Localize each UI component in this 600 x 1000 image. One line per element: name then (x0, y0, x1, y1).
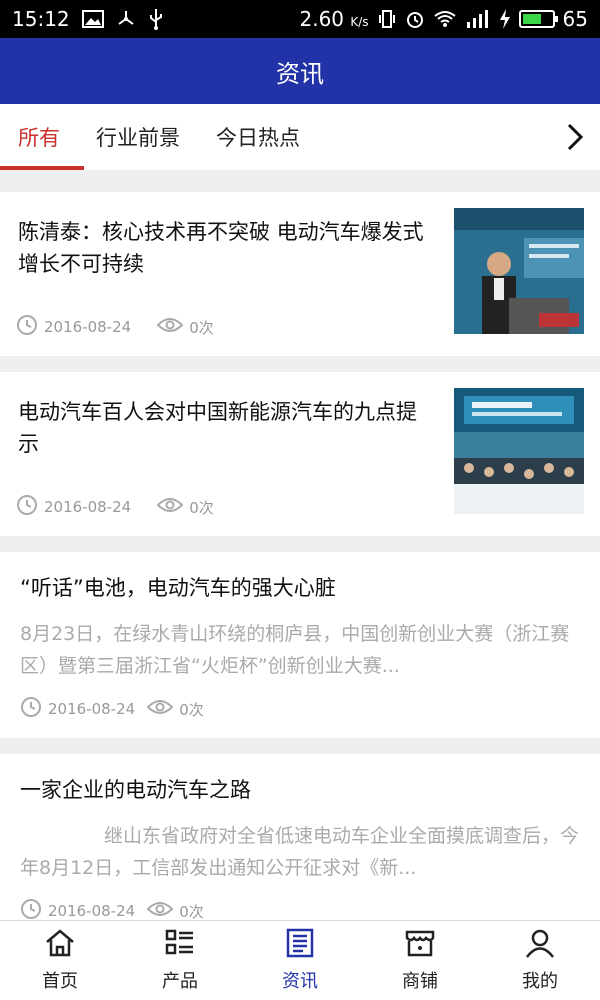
fan-icon (116, 9, 136, 29)
news-views: 0次 (179, 902, 204, 921)
nav-label: 首页 (42, 971, 78, 992)
news-date: 2016-08-24 (48, 902, 136, 920)
tab-label: 行业前景 (96, 126, 180, 150)
eye-icon (156, 316, 184, 338)
news-title: 电动汽车百人会对中国新能源汽车的九点提示 (18, 400, 417, 456)
news-meta: 2016-08-24 0次 (16, 494, 214, 520)
bottom-nav: 首页 产品 资讯 商铺 我的 (0, 920, 600, 1000)
battery-icon (518, 10, 558, 28)
news-meta: 2016-08-24 0次 (20, 696, 580, 722)
news-icon (284, 928, 316, 963)
home-icon (44, 928, 76, 963)
tab-industry-outlook[interactable]: 行业前景 (78, 104, 198, 170)
news-item[interactable]: 一家企业的电动汽车之路 继山东省政府对全省低速电动车企业全面摸底调查后，今年8月… (0, 754, 600, 940)
network-speed: 2.60 K/s (299, 7, 369, 31)
chevron-right-icon[interactable] (560, 122, 590, 152)
news-thumbnail (454, 208, 584, 334)
news-item[interactable]: 电动汽车百人会对中国新能源汽车的九点提示 2016-08-24 0次 (0, 372, 600, 536)
vibrate-icon (377, 9, 397, 29)
list-icon (164, 928, 196, 963)
news-title: 一家企业的电动汽车之路 (20, 778, 251, 802)
news-summary: 继山东省政府对全省低速电动车企业全面摸底调查后，今年8月12日，工信部发出通知公… (20, 825, 580, 879)
page-title: 资讯 (276, 59, 324, 88)
news-views: 0次 (189, 318, 214, 337)
signal-icon (465, 9, 491, 29)
clock-icon (16, 314, 38, 340)
news-item[interactable]: “听话”电池，电动汽车的强大心脏 8月23日，在绿水青山环绕的桐庐县，中国创新创… (0, 552, 600, 738)
clock-icon (16, 494, 38, 520)
charging-icon (499, 9, 511, 29)
store-icon (404, 928, 436, 963)
tab-label: 今日热点 (216, 126, 300, 150)
news-views: 0次 (189, 498, 214, 517)
nav-me[interactable]: 我的 (480, 921, 600, 1000)
battery-level: 65 (562, 7, 588, 31)
wifi-icon (433, 10, 457, 28)
news-date: 2016-08-24 (44, 498, 132, 516)
nav-products[interactable]: 产品 (120, 921, 240, 1000)
nav-label: 产品 (162, 971, 198, 992)
news-date: 2016-08-24 (48, 700, 136, 718)
news-item[interactable]: 陈清泰：核心技术再不突破 电动汽车爆发式增长不可持续 2016-08-24 0次 (0, 192, 600, 356)
news-date: 2016-08-24 (44, 318, 132, 336)
tab-active-indicator (0, 166, 84, 170)
news-summary: 8月23日，在绿水青山环绕的桐庐县，中国创新创业大赛（浙江赛区）暨第三届浙江省“… (20, 623, 570, 677)
alarm-icon (405, 9, 425, 29)
image-icon (81, 10, 104, 28)
nav-label: 资讯 (282, 971, 318, 992)
app-header: 资讯 (0, 38, 600, 104)
usb-icon (148, 8, 164, 30)
eye-icon (156, 496, 184, 518)
news-title: 陈清泰：核心技术再不突破 电动汽车爆发式增长不可持续 (18, 220, 424, 276)
status-bar: 15:12 2.60 K/s 65 (0, 0, 600, 38)
eye-icon (146, 900, 174, 922)
nav-label: 我的 (522, 971, 558, 992)
user-icon (524, 928, 556, 963)
clock: 15:12 (12, 7, 70, 31)
nav-label: 商铺 (402, 971, 438, 992)
tab-all[interactable]: 所有 (0, 104, 84, 170)
nav-news[interactable]: 资讯 (240, 921, 360, 1000)
news-meta: 2016-08-24 0次 (16, 314, 214, 340)
nav-store[interactable]: 商铺 (360, 921, 480, 1000)
news-thumbnail (454, 388, 584, 514)
news-feed: 陈清泰：核心技术再不突破 电动汽车爆发式增长不可持续 2016-08-24 0次… (0, 192, 600, 956)
category-tabs: 所有 行业前景 今日热点 (0, 104, 600, 170)
tab-today-hot[interactable]: 今日热点 (198, 104, 318, 170)
news-views: 0次 (179, 700, 204, 719)
eye-icon (146, 698, 174, 720)
news-title: “听话”电池，电动汽车的强大心脏 (20, 576, 336, 600)
clock-icon (20, 696, 42, 722)
tab-label: 所有 (18, 126, 60, 150)
nav-home[interactable]: 首页 (0, 921, 120, 1000)
